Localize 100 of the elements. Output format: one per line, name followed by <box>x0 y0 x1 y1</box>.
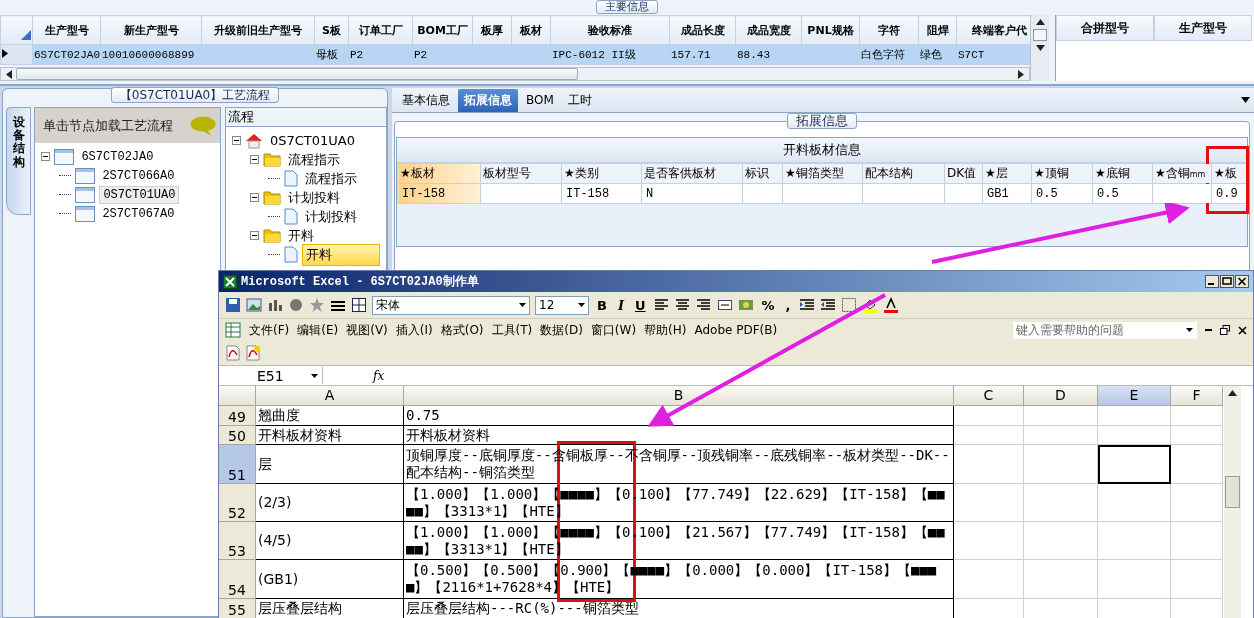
row-header[interactable]: 53 <box>219 522 256 560</box>
column-header[interactable]: 板材 <box>511 15 551 45</box>
align-center-icon[interactable] <box>674 297 691 313</box>
format-button[interactable]: , <box>782 297 794 313</box>
fill-color-icon[interactable] <box>861 297 878 313</box>
chart-icon[interactable] <box>267 297 283 313</box>
column-header[interactable]: 升级前旧生产型号 <box>201 15 315 45</box>
image-icon[interactable] <box>246 297 262 313</box>
column-header[interactable]: DK值 <box>944 163 983 184</box>
column-header[interactable]: 阻焊 <box>918 15 957 45</box>
tab[interactable]: 基本信息 <box>396 88 456 112</box>
row-header[interactable]: 55 <box>219 599 256 618</box>
format-button[interactable]: I <box>614 297 627 313</box>
tree-item[interactable]: 流程指示 <box>302 168 360 189</box>
column-header[interactable]: PNL规格 <box>801 15 860 45</box>
tree-item[interactable]: 计划投料 <box>302 206 360 227</box>
star-icon[interactable] <box>309 297 325 313</box>
font-dropdown[interactable]: 宋体 <box>372 295 530 315</box>
menu-item[interactable]: Adobe PDF(B) <box>694 323 778 337</box>
tree-item[interactable]: 6S7CT02JA0 <box>78 148 157 165</box>
horizontal-scrollbar[interactable] <box>0 67 1030 81</box>
tree-item[interactable]: 流程指示 <box>285 149 343 170</box>
format-button[interactable]: B <box>594 297 610 313</box>
tree-item[interactable]: 计划投料 <box>285 187 343 208</box>
column-header[interactable]: E <box>1098 386 1171 406</box>
column-header[interactable]: 字符 <box>859 15 919 45</box>
column-header[interactable]: ★板材 <box>397 163 481 184</box>
column-header[interactable]: 配本结构 <box>862 163 945 184</box>
column-header[interactable]: C <box>954 386 1024 406</box>
column-header[interactable]: ★顶铜 <box>1031 163 1093 184</box>
column-header[interactable]: ★底铜 <box>1092 163 1153 184</box>
column-header[interactable]: 验收标准 <box>550 15 670 45</box>
active-cell[interactable] <box>1098 445 1171 484</box>
tree-item[interactable]: 0S7CT01UA0 <box>99 185 180 204</box>
function-label[interactable]: fx <box>373 368 385 383</box>
format-button[interactable]: % <box>758 297 778 313</box>
column-header[interactable]: 合拼型号 <box>1056 15 1154 41</box>
tab[interactable]: BOM <box>520 90 560 110</box>
menu-item[interactable]: 格式(O) <box>440 321 484 339</box>
side-tab[interactable]: 设备结构 <box>6 107 32 215</box>
menu-item[interactable]: 编辑(E) <box>297 321 339 339</box>
column-header[interactable]: 是否客供板材 <box>641 163 743 184</box>
tree-item[interactable]: 2S7CT067A0 <box>99 205 178 222</box>
column-header[interactable]: F <box>1171 386 1223 406</box>
indent-icon[interactable] <box>798 297 815 313</box>
column-header[interactable]: 生产型号 <box>32 15 101 45</box>
align-left-icon[interactable] <box>653 297 670 313</box>
column-header[interactable]: 成品长度 <box>669 15 736 45</box>
column-header[interactable]: ★铜箔类型 <box>782 163 863 184</box>
circle-icon[interactable] <box>288 297 304 313</box>
borders-icon[interactable] <box>840 297 857 313</box>
save-icon[interactable] <box>225 297 241 313</box>
tab[interactable]: 工时 <box>561 88 598 112</box>
tree-item[interactable]: 开料 <box>285 225 317 246</box>
column-header[interactable]: ★层 <box>982 163 1032 184</box>
scroll-thumb[interactable] <box>16 68 578 80</box>
column-header[interactable]: D <box>1024 386 1098 406</box>
tree-item[interactable]: 开料 <box>302 243 380 266</box>
menu-item[interactable]: 数据(D) <box>540 321 583 339</box>
font-size-dropdown[interactable]: 12 <box>535 295 589 315</box>
scroll-thumb[interactable] <box>1225 476 1240 508</box>
row-header[interactable]: 52 <box>219 484 256 522</box>
font-color-icon[interactable] <box>882 297 899 313</box>
column-header[interactable]: 板厚 <box>472 15 512 45</box>
column-header[interactable]: BOM工厂 <box>412 15 473 45</box>
align-right-icon[interactable] <box>695 297 712 313</box>
row-header[interactable]: 51 <box>219 445 256 484</box>
menu-item[interactable]: 视图(V) <box>346 321 388 339</box>
row-header[interactable]: 54 <box>219 560 256 599</box>
column-header[interactable]: B <box>404 386 954 406</box>
column-header[interactable]: 生产型号 <box>1154 15 1252 41</box>
menu-item[interactable]: 窗口(W) <box>590 321 637 339</box>
menu-item[interactable]: 工具(T) <box>491 321 533 339</box>
row-header[interactable]: 49 <box>219 406 256 426</box>
column-header[interactable]: 新生产型号 <box>100 15 202 45</box>
table-icon[interactable] <box>351 297 367 313</box>
tree-item[interactable]: 2S7CT066A0 <box>99 167 178 184</box>
tree-item[interactable]: 0S7CT01UA0 <box>267 132 359 149</box>
column-header[interactable]: 终端客户代 <box>956 15 1030 45</box>
column-header[interactable]: ★类别 <box>561 163 642 184</box>
column-header[interactable]: A <box>256 386 404 406</box>
column-header[interactable]: ★板 <box>1211 163 1247 184</box>
table-row[interactable]: 6S7CT02JA0 10010600068899 母板 P2 P2 IPC-6012 II级 157.71 88.43 白色字符 绿色 S7CT <box>0 44 1030 65</box>
column-header[interactable]: 成品宽度 <box>735 15 802 45</box>
help-search-field[interactable]: 键入需要帮助的问题 <box>1013 321 1197 339</box>
name-box[interactable]: E51 <box>219 367 323 384</box>
column-header[interactable]: S板 <box>314 15 349 45</box>
pdf-icon[interactable] <box>245 345 261 361</box>
column-header[interactable]: 订单工厂 <box>348 15 413 45</box>
menu-item[interactable]: 插入(I) <box>395 321 433 339</box>
column-header[interactable]: 板材型号 <box>480 163 562 184</box>
outdent-icon[interactable] <box>819 297 836 313</box>
format-button[interactable]: U <box>632 297 649 313</box>
tab[interactable]: 拓展信息 <box>458 88 518 112</box>
column-header[interactable]: 标识 <box>742 163 783 184</box>
menu-item[interactable]: 帮助(H) <box>644 321 687 339</box>
vertical-scrollbar[interactable] <box>1224 386 1241 618</box>
row-header[interactable]: 50 <box>219 426 256 445</box>
pdf-icon[interactable] <box>225 345 241 361</box>
merge-icon[interactable] <box>716 297 733 313</box>
